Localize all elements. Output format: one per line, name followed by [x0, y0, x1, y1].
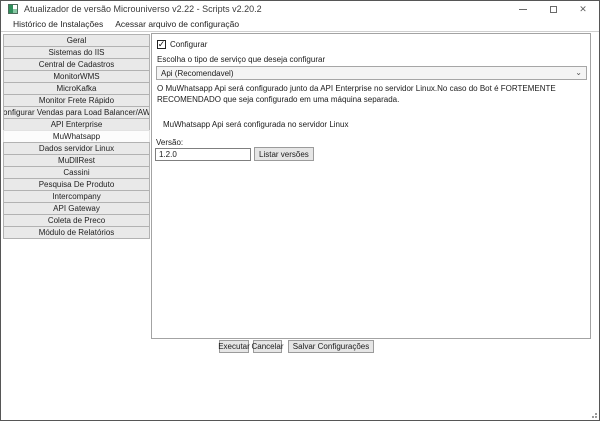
- service-description: O MuWhatsapp Api será configurado junto …: [157, 84, 585, 105]
- close-icon: ✕: [579, 4, 587, 15]
- minimize-icon: [519, 9, 527, 10]
- status-text: MuWhatsapp Api será configurada no servi…: [163, 120, 348, 129]
- chevron-down-icon: ⌄: [575, 70, 582, 76]
- service-type-dropdown[interactable]: Api (Recomendavel) ⌄: [156, 66, 587, 80]
- sidebar: GeralSistemas do IISCentral de Cadastros…: [3, 34, 150, 239]
- service-type-label: Escolha o tipo de serviço que deseja con…: [157, 55, 325, 64]
- config-panel: Configurar Escolha o tipo de serviço que…: [151, 33, 591, 339]
- save-configurations-button[interactable]: Salvar Configurações: [288, 340, 374, 353]
- maximize-button[interactable]: [538, 1, 568, 17]
- menu-item-acessar-arquivo-de-configuracao[interactable]: Acessar arquivo de configuração: [109, 19, 245, 29]
- menu-item-historico-de-instalacoes[interactable]: Histórico de Instalações: [7, 19, 109, 29]
- title-bar[interactable]: Atualizador de versão Microuniverso v2.2…: [1, 1, 599, 17]
- configure-checkbox[interactable]: Configurar: [157, 40, 207, 49]
- dropdown-selected-value: Api (Recomendavel): [161, 69, 575, 78]
- maximize-icon: [550, 6, 557, 13]
- app-window: Atualizador de versão Microuniverso v2.2…: [0, 0, 600, 421]
- execute-button[interactable]: Executar: [219, 340, 249, 353]
- cancel-button[interactable]: Cancelar: [253, 340, 282, 353]
- version-input[interactable]: [155, 148, 251, 161]
- checkbox-checked-icon[interactable]: [157, 40, 166, 49]
- resize-grip[interactable]: [592, 413, 597, 418]
- menu-bar: Histórico de InstalaçõesAcessar arquivo …: [1, 17, 599, 32]
- minimize-button[interactable]: [508, 1, 538, 17]
- window-title: Atualizador de versão Microuniverso v2.2…: [24, 4, 262, 14]
- version-label: Versão:: [156, 138, 183, 147]
- app-icon: [8, 4, 18, 14]
- close-button[interactable]: ✕: [568, 1, 598, 17]
- configure-checkbox-label: Configurar: [170, 40, 207, 49]
- sidebar-item-modulo-de-relatorios[interactable]: Módulo de Relatórios: [3, 226, 150, 239]
- list-versions-button[interactable]: Listar versões: [254, 147, 314, 161]
